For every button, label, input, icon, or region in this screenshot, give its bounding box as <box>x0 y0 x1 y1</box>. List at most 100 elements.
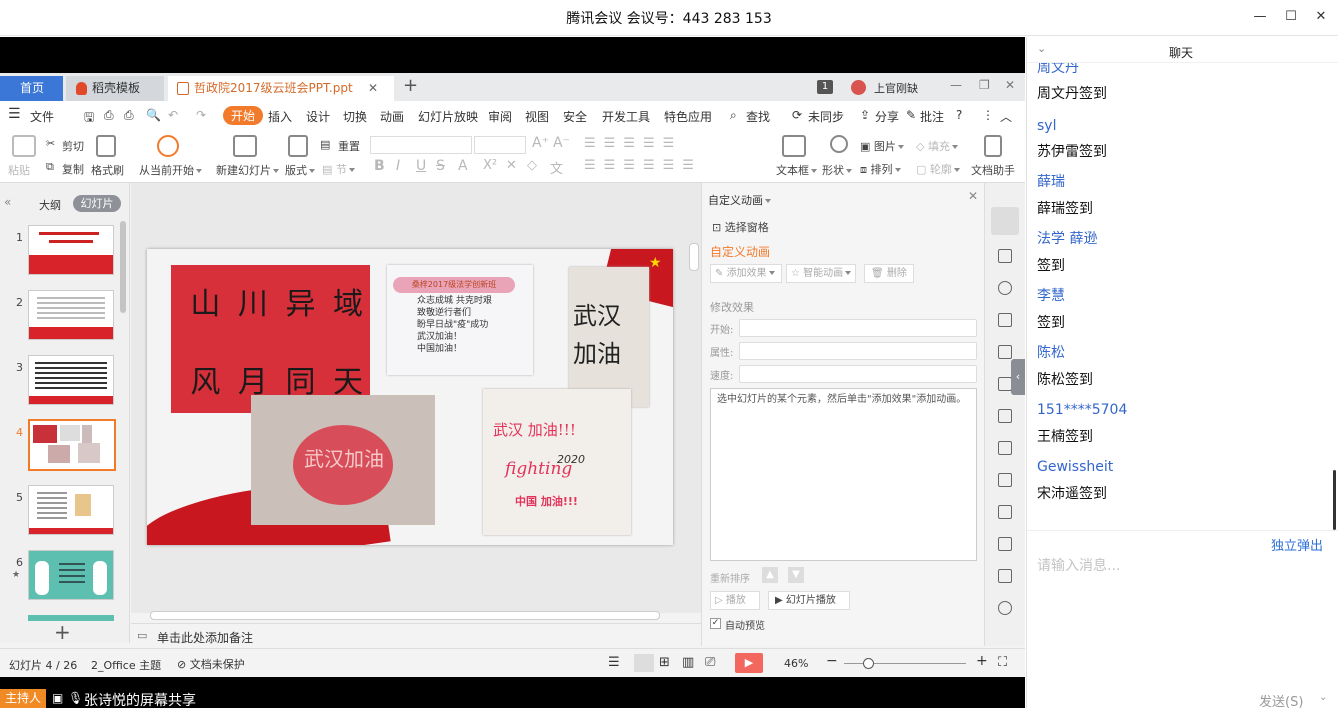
add-slide-button[interactable]: + <box>54 620 71 644</box>
export-pdf-icon[interactable]: ⎙ <box>104 108 114 123</box>
window-count-badge[interactable]: 1 <box>817 80 833 94</box>
paste-icon[interactable] <box>12 135 36 157</box>
shape-label[interactable]: 形状 <box>822 162 852 178</box>
sync-icon[interactable]: ⟳ <box>792 108 802 122</box>
slide-thumbnail-7[interactable] <box>28 615 114 621</box>
style-icon[interactable] <box>998 313 1012 327</box>
animation-sidebar-icon[interactable] <box>991 207 1019 235</box>
canvas-vscroll-thumb[interactable] <box>689 243 699 271</box>
more-icon[interactable]: ⋮ <box>982 108 994 122</box>
menu-design[interactable]: 设计 <box>306 108 330 125</box>
minimize-button[interactable]: — <box>1250 8 1270 28</box>
move-up-icon[interactable]: ▲ <box>762 567 778 583</box>
table-icon[interactable] <box>998 345 1012 359</box>
notes-area[interactable]: ▭ 单击此处添加备注 <box>131 623 701 648</box>
menu-developer[interactable]: 开发工具 <box>602 108 650 125</box>
collapse-pane-icon[interactable]: « <box>4 195 11 209</box>
clear-format-icon[interactable]: ✕ <box>506 158 517 173</box>
zoom-in-button[interactable]: + <box>976 653 988 669</box>
cut-icon[interactable]: ✂ <box>46 137 55 150</box>
shape-icon[interactable] <box>830 135 848 153</box>
archive-icon[interactable] <box>998 537 1012 551</box>
slide-thumbnail-2[interactable] <box>28 290 114 340</box>
undo-icon[interactable]: ↶ <box>168 108 178 122</box>
copy-icon[interactable]: ⧉ <box>46 160 54 174</box>
picture-label[interactable]: ▣ 图片 <box>860 138 904 154</box>
slide-thumbnail-6[interactable] <box>28 550 114 600</box>
font-size-select[interactable] <box>474 136 526 154</box>
print-icon[interactable]: ⎙ <box>124 108 134 123</box>
superscript-icon[interactable]: X² <box>483 158 497 173</box>
slides-tab[interactable]: 幻灯片 <box>73 195 121 212</box>
play-from-current-icon[interactable] <box>157 135 179 157</box>
notes-toggle-icon[interactable]: ☰ <box>608 655 620 670</box>
slide-thumbnail-4[interactable] <box>28 419 116 471</box>
align-buttons[interactable]: ☰☰☰☰☰☰ <box>584 158 702 173</box>
normal-view-icon[interactable] <box>634 654 654 672</box>
new-slide-icon[interactable] <box>233 135 257 157</box>
strikethrough-icon[interactable]: S <box>436 158 445 174</box>
play-button[interactable]: ▷ 播放 <box>710 591 760 610</box>
slideshow-play-button[interactable]: ▶ <box>735 653 763 673</box>
send-options-icon[interactable]: ⌄ <box>1319 692 1327 703</box>
comment-icon[interactable]: ✎ <box>906 108 916 122</box>
tab-template[interactable]: 稻壳模板 <box>66 76 164 101</box>
reading-view-icon[interactable]: ▥ <box>682 655 694 670</box>
reset-label[interactable]: 重置 <box>338 138 360 154</box>
eraser-icon[interactable]: ◇ <box>527 158 537 173</box>
canvas-hscroll-thumb[interactable] <box>150 611 660 620</box>
section-label[interactable]: ▤ 节 <box>322 161 355 177</box>
panel-close-icon[interactable]: ✕ <box>968 189 978 203</box>
layout-label[interactable]: 版式 <box>285 162 315 178</box>
font-color-icon[interactable]: A <box>458 158 468 174</box>
zoom-out-button[interactable]: − <box>826 653 838 669</box>
menu-insert[interactable]: 插入 <box>268 108 292 125</box>
record-icon[interactable]: ⎚ <box>705 655 715 670</box>
delete-animation-button[interactable]: 🗑 删除 <box>864 264 914 283</box>
chat-scrollbar[interactable] <box>1333 470 1336 530</box>
menu-features[interactable]: 特色应用 <box>664 108 712 125</box>
menu-security[interactable]: 安全 <box>563 108 587 125</box>
bold-icon[interactable]: B <box>374 158 385 174</box>
menu-slideshow[interactable]: 幻灯片放映 <box>418 108 478 125</box>
export-icon[interactable] <box>998 505 1012 519</box>
tab-close-icon[interactable]: ✕ <box>368 76 378 101</box>
menu-review[interactable]: 审阅 <box>488 108 512 125</box>
italic-icon[interactable]: I <box>396 158 400 174</box>
auto-preview-checkbox[interactable]: ✓ <box>710 618 721 629</box>
new-slide-label[interactable]: 新建幻灯片 <box>216 162 279 178</box>
smart-animation-button[interactable]: ☆ 智能动画 <box>786 264 856 283</box>
format-painter-icon[interactable] <box>96 135 116 157</box>
image-search-icon[interactable] <box>998 473 1012 487</box>
audio-icon[interactable] <box>998 601 1012 615</box>
menu-search[interactable]: 查找 <box>746 108 770 125</box>
protection-status[interactable]: ⊘ 文档未保护 <box>177 656 245 672</box>
menu-start[interactable]: 开始 <box>223 106 264 125</box>
format-painter-label[interactable]: 格式刷 <box>91 162 124 178</box>
list-buttons[interactable]: ☰☰☰☰☰ <box>584 136 682 151</box>
start-select[interactable] <box>739 319 977 337</box>
menu-transition[interactable]: 切换 <box>343 108 367 125</box>
help-icon[interactable]: ? <box>956 108 962 122</box>
settings-icon[interactable] <box>998 441 1012 455</box>
slides-scrollbar[interactable] <box>120 221 126 313</box>
slideshow-button[interactable]: ▶ 幻灯片播放 <box>768 591 850 610</box>
panel-header[interactable]: 自定义动画 <box>708 192 771 208</box>
tab-home[interactable]: 首页 <box>0 76 63 101</box>
wps-minimize-icon[interactable]: — <box>950 78 962 92</box>
search-icon[interactable]: ⌕ <box>730 108 737 123</box>
text-effect-icon[interactable]: 文 <box>550 158 563 177</box>
slide-thumbnail-3[interactable] <box>28 355 114 405</box>
menu-animation[interactable]: 动画 <box>380 108 404 125</box>
speed-select[interactable] <box>739 365 977 383</box>
copy-label[interactable]: 复制 <box>62 161 84 177</box>
close-button[interactable]: ✕ <box>1311 8 1331 28</box>
menu-view[interactable]: 视图 <box>525 108 549 125</box>
chat-input[interactable]: 请输入消息... <box>1037 555 1333 685</box>
share-icon[interactable]: ⇪ <box>860 108 870 122</box>
wps-close-icon[interactable]: ✕ <box>1005 78 1015 92</box>
save-icon[interactable]: 🖫 <box>84 108 94 129</box>
font-name-select[interactable] <box>370 136 472 154</box>
object-icon[interactable] <box>998 249 1012 263</box>
current-slide[interactable]: ★ 山 川 异 域 风 月 同 天 桑梓2017级法学创新班 众志成城 共克时艰… <box>147 249 673 545</box>
